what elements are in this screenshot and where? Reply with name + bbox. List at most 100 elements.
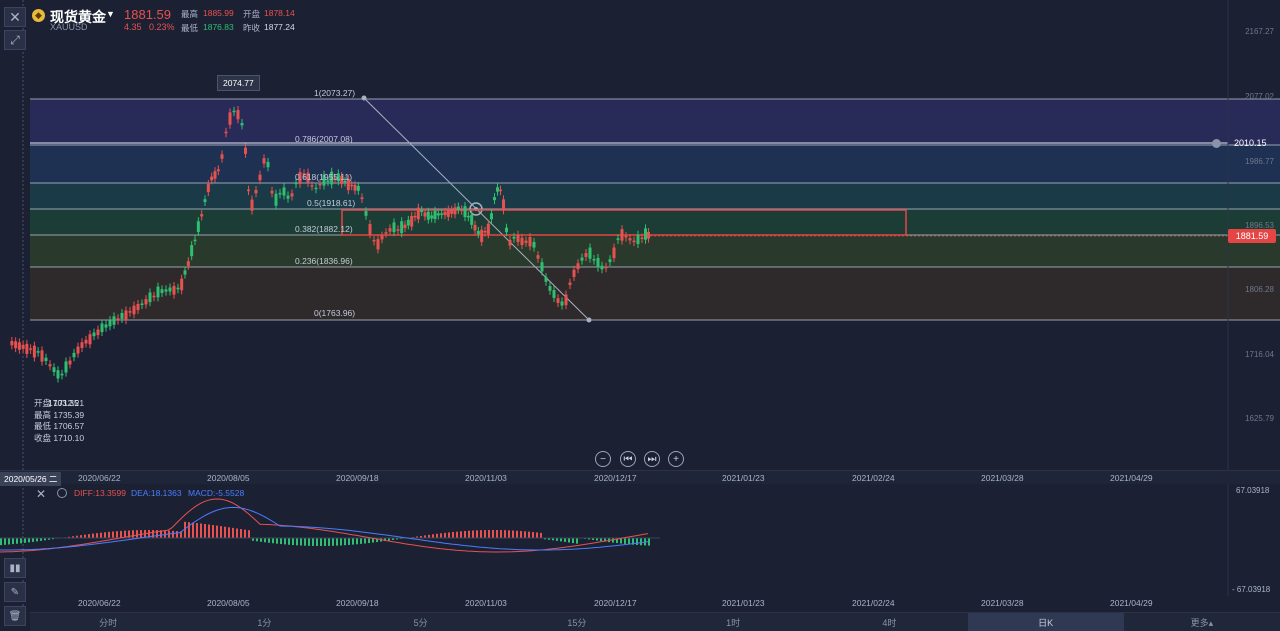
macd-bar [96, 533, 98, 538]
period-5m[interactable]: 5分 [343, 613, 499, 631]
candle [568, 282, 572, 286]
fib-anchor-top [361, 95, 367, 101]
macd-bar [332, 538, 334, 546]
candle [96, 329, 100, 336]
x-tick: 2020/11/03 [465, 473, 507, 483]
candle [48, 364, 52, 367]
close-chart-button[interactable]: ✕ [4, 7, 26, 27]
x-tick: 2021/03/28 [981, 598, 1024, 608]
candle [496, 187, 499, 192]
macd-bar [440, 533, 442, 538]
candle [470, 214, 474, 225]
prev-close-label: 昨收 [243, 23, 261, 33]
x-tick: 2021/03/28 [981, 473, 1024, 483]
macd-close-icon[interactable]: ✕ [36, 487, 46, 501]
candle [228, 112, 232, 125]
scroll-start-button[interactable]: ⏮ [620, 451, 636, 467]
macd-bar [328, 538, 330, 546]
indicator-tool-button[interactable]: ▮▮ [4, 558, 26, 578]
candle [216, 169, 220, 172]
macd-bar [488, 530, 490, 538]
candle [52, 367, 56, 372]
candle [552, 290, 556, 298]
candle [68, 360, 72, 365]
scroll-end-button[interactable]: ⏭ [644, 451, 660, 467]
macd-bar [240, 529, 242, 538]
candle [314, 187, 318, 190]
main-chart[interactable] [0, 0, 1280, 631]
zoom-out-button[interactable]: − [595, 451, 611, 467]
candle [512, 236, 516, 239]
candle [213, 171, 217, 179]
candle [505, 227, 508, 233]
macd-bar [540, 532, 542, 538]
high-label: 最高 [181, 9, 199, 19]
period-timeline[interactable]: 分时 [30, 613, 186, 631]
fib-anchor-bottom [586, 317, 592, 323]
ohlc-close: 收盘 1710.10 [34, 432, 85, 443]
alert-price-label[interactable]: 2010.15 [1234, 138, 1267, 148]
period-daily[interactable]: 日K [967, 613, 1124, 631]
macd-bar [20, 538, 22, 544]
period-more[interactable]: 更多▴ [1124, 613, 1280, 631]
macd-bar [352, 538, 354, 545]
candle [160, 289, 164, 294]
candle [270, 190, 274, 194]
macd-bar [108, 531, 110, 538]
bell-icon[interactable] [1212, 139, 1221, 148]
x-tick: 2021/04/29 [1110, 473, 1153, 483]
candle [25, 343, 29, 354]
period-1h[interactable]: 1时 [655, 613, 811, 631]
period-4h[interactable]: 4时 [811, 613, 967, 631]
candle [536, 255, 540, 259]
candle [247, 189, 250, 192]
symbol-dropdown-icon[interactable]: ▼ [106, 9, 115, 19]
macd-bar [120, 530, 122, 538]
macd-bar [492, 530, 494, 538]
macd-bar [340, 538, 342, 546]
period-15m[interactable]: 15分 [499, 613, 655, 631]
candle [21, 344, 25, 349]
macd-bar [116, 531, 118, 538]
macd-diff-label: DIFF:13.3599 [74, 488, 126, 498]
y-tick: 2167.27 [1245, 27, 1274, 36]
current-price-tag: 1881.59 [1228, 229, 1276, 243]
macd-bar [452, 532, 454, 538]
candle [80, 342, 84, 348]
candle [116, 318, 120, 321]
candle [164, 289, 168, 292]
macd-bar [304, 538, 306, 546]
current-price: 1881.59 [124, 7, 171, 22]
candle [473, 224, 477, 231]
candle [196, 221, 200, 233]
candle [60, 373, 64, 376]
candle [250, 199, 254, 211]
x-tick: 2020/09/18 [336, 598, 379, 608]
candle [580, 257, 584, 261]
macd-bar [212, 525, 214, 538]
ohlc-high: 最高 1735.39 [34, 409, 85, 420]
macd-bar [348, 538, 350, 545]
zoom-in-button[interactable]: + [668, 451, 684, 467]
candle [183, 270, 187, 275]
delete-tool-button[interactable]: 🗑 [4, 606, 26, 626]
candle [254, 190, 258, 194]
fib-label-0: 0(1763.96) [314, 308, 356, 318]
period-1m[interactable]: 1分 [186, 613, 342, 631]
candle [100, 323, 104, 333]
macd-bar [456, 531, 458, 538]
x-tick: 2020/12/17 [594, 598, 637, 608]
draw-tool-button[interactable]: ⤢ [4, 30, 26, 50]
candle [476, 230, 480, 235]
macd-settings-icon[interactable] [57, 488, 67, 498]
candle [544, 277, 548, 282]
candle [388, 228, 392, 232]
pen-tool-button[interactable]: ✎ [4, 582, 26, 602]
candle [72, 352, 76, 358]
candle [92, 332, 96, 337]
macd-bar [248, 530, 250, 538]
candle [350, 184, 354, 187]
candle [353, 184, 357, 191]
candle [524, 240, 528, 243]
candle [203, 199, 207, 203]
